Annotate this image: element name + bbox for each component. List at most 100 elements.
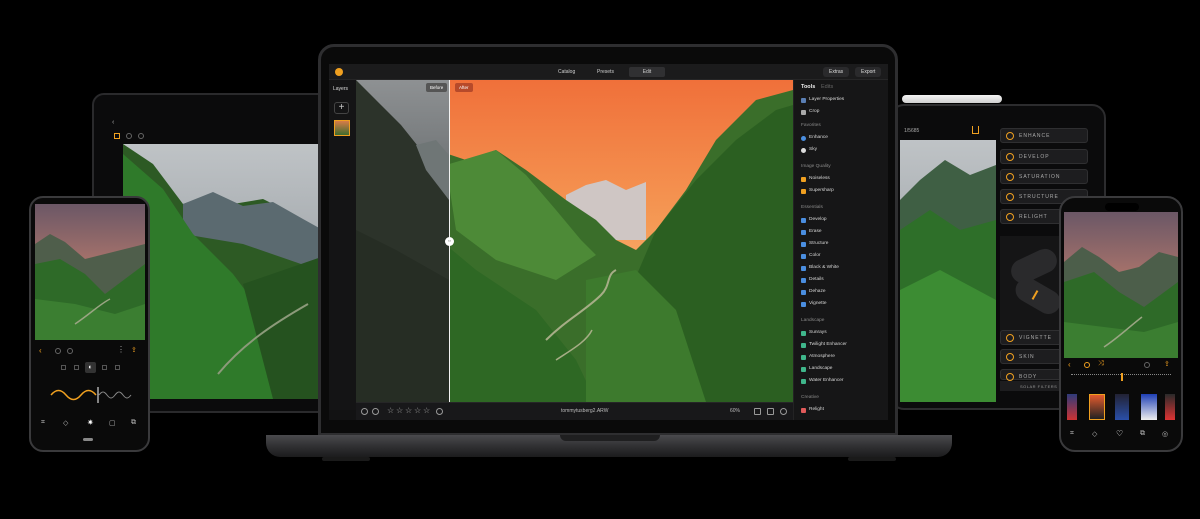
filter-thumbnail[interactable] — [1067, 394, 1077, 420]
crop-icon[interactable]: ⌗ — [41, 419, 45, 427]
apple-pencil — [902, 95, 1002, 103]
tool-label: Enhance — [809, 135, 828, 140]
tool-icon[interactable] — [102, 365, 107, 370]
tool-supersharp[interactable]: Supersharp — [801, 188, 834, 194]
tablet-tool-label: SATURATION — [1019, 174, 1061, 180]
tool-black-white[interactable]: Black & White — [801, 265, 839, 271]
tool-icon[interactable] — [74, 365, 79, 370]
tool-sunrays[interactable]: Sunrays — [801, 330, 827, 336]
layers-icon[interactable]: ⧉ — [1140, 430, 1145, 438]
heart-icon[interactable]: ♡ — [1116, 429, 1123, 438]
dial-slider[interactable] — [1071, 373, 1171, 386]
tool-icon[interactable] — [61, 365, 66, 370]
eye-icon[interactable] — [780, 408, 787, 415]
image-canvas[interactable]: Before After ⇔ — [356, 80, 793, 402]
tool-enhance[interactable]: Enhance — [801, 135, 828, 141]
tool-erase[interactable]: Erase — [801, 229, 822, 235]
atmosphere-icon — [801, 354, 806, 360]
tool-crop[interactable]: Crop — [801, 109, 819, 115]
histogram-icon[interactable] — [767, 408, 774, 415]
app-topbar: Catalog Presets Edit Extras Export — [329, 64, 888, 80]
layers-icon[interactable]: ⧉ — [131, 419, 136, 427]
before-label: Before — [430, 85, 444, 90]
compare-handle-icon[interactable]: ⇔ — [445, 237, 454, 246]
tablet-tool-enhance[interactable]: ENHANCE — [1000, 128, 1088, 143]
tablet-tool-saturation[interactable]: SATURATION — [1000, 169, 1088, 184]
tool-structure[interactable]: Structure — [801, 241, 828, 247]
zoom-level[interactable]: 60% — [730, 408, 740, 414]
export-button[interactable]: Export — [855, 67, 882, 77]
star-icon[interactable]: ☆ — [405, 406, 412, 415]
undo-icon[interactable] — [55, 348, 61, 354]
section-image-quality: Image Quality — [801, 164, 831, 169]
more-icon[interactable]: ⋮ — [117, 345, 125, 354]
reject-icon[interactable] — [436, 408, 443, 415]
redo-icon[interactable] — [138, 133, 144, 139]
tablet-tool-develop[interactable]: DEVELOP — [1000, 149, 1088, 164]
tool-landscape[interactable]: Landscape — [801, 366, 832, 372]
tool-relight[interactable]: Relight — [801, 407, 824, 413]
before-tag: Before — [426, 83, 448, 92]
erase-icon[interactable]: ◇ — [63, 419, 68, 427]
tool-atmosphere[interactable]: Atmosphere — [801, 354, 835, 360]
share-icon[interactable]: ⇪ — [131, 346, 137, 354]
mask-icon[interactable]: ◎ — [1162, 430, 1168, 438]
tools-header[interactable]: Tools — [801, 84, 815, 90]
tab-edit[interactable]: Edit — [629, 67, 665, 77]
star-icon[interactable]: ☆ — [414, 406, 421, 415]
after-label: After — [459, 85, 469, 90]
tool-label: Water Enhancer — [809, 378, 844, 383]
undo-icon[interactable] — [126, 133, 132, 139]
tool-sky[interactable]: Sky — [801, 147, 817, 153]
flag-icon[interactable] — [372, 408, 379, 415]
redo-icon[interactable] — [67, 348, 73, 354]
back-icon[interactable]: ‹ — [39, 346, 42, 355]
sun-icon[interactable]: ✷ — [87, 418, 94, 427]
tool-dehaze[interactable]: Dehaze — [801, 289, 826, 295]
tool-develop[interactable]: Develop — [801, 217, 827, 223]
star-icon[interactable]: ☆ — [423, 406, 430, 415]
compare-icon[interactable] — [754, 408, 761, 415]
phone-left-photo — [35, 204, 145, 340]
tool-icon[interactable] — [115, 365, 120, 370]
tool-color[interactable]: Color — [801, 253, 820, 259]
add-layer-button[interactable]: + — [334, 102, 349, 114]
filter-thumbnail[interactable] — [1165, 394, 1175, 420]
body-icon — [1006, 373, 1014, 381]
layer-thumbnail[interactable] — [334, 120, 350, 136]
relight-slider-graphic-2[interactable] — [1011, 273, 1065, 319]
wave-slider[interactable] — [41, 383, 141, 407]
tab-catalog[interactable]: Catalog — [554, 67, 579, 77]
tool-water-enhancer[interactable]: Water Enhancer — [801, 378, 844, 384]
star-icon[interactable]: ☆ — [396, 406, 403, 415]
crop-icon[interactable]: ⌗ — [1070, 430, 1074, 438]
share-icon[interactable] — [972, 126, 979, 134]
filter-thumbnail[interactable] — [1115, 394, 1129, 420]
tab-presets[interactable]: Presets — [593, 67, 618, 77]
filter-thumbnail[interactable] — [1089, 394, 1105, 420]
tool-layer-properties[interactable]: Layer Properties — [801, 97, 844, 103]
share-icon[interactable]: ⇪ — [1164, 360, 1170, 368]
tool-vignette[interactable]: Vignette — [801, 301, 827, 307]
filter-thumbnail[interactable] — [1141, 394, 1157, 420]
edits-header[interactable]: Edits — [821, 84, 833, 90]
undo-icon[interactable] — [1084, 362, 1090, 368]
heart-icon[interactable] — [361, 408, 368, 415]
redo-icon[interactable] — [1144, 362, 1150, 368]
tool-noiseless[interactable]: Noiseless — [801, 176, 830, 182]
tool-details[interactable]: Details — [801, 277, 824, 283]
erase-icon[interactable]: ◇ — [1092, 430, 1097, 438]
section-landscape: Landscape — [801, 318, 825, 323]
back-icon[interactable]: ‹ — [112, 119, 114, 126]
layers-panel: Layers + — [329, 80, 356, 410]
star-icon[interactable]: ☆ — [387, 406, 394, 415]
shuffle-icon[interactable]: ⤨ — [1098, 360, 1104, 368]
tool-twilight-enhancer[interactable]: Twilight Enhancer — [801, 342, 847, 348]
iphone: ‹ ⤨ ⇪ ⌗ ◇ ♡ ⧉ ◎ — [1059, 196, 1183, 452]
grid-icon[interactable] — [114, 133, 120, 139]
bag-icon[interactable]: ▢ — [109, 419, 116, 427]
extras-button[interactable]: Extras — [823, 67, 850, 77]
app-logo-icon[interactable] — [335, 68, 343, 76]
contrast-icon[interactable]: ◐ — [85, 362, 96, 373]
back-icon[interactable]: ‹ — [1068, 360, 1071, 369]
